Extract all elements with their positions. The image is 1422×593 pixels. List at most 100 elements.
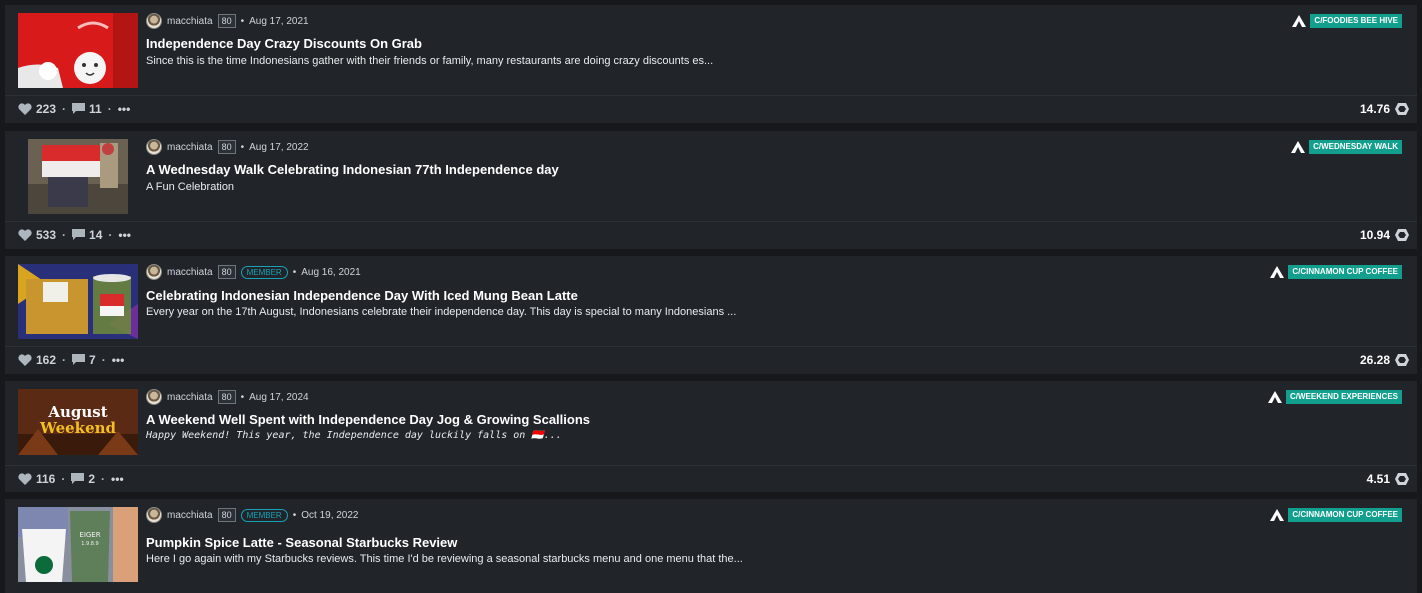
- post-card[interactable]: macchiata 80 • Aug 17, 2021 Independence…: [5, 5, 1417, 123]
- post-date[interactable]: Aug 17, 2021: [249, 16, 309, 27]
- community-tag[interactable]: C/FOODIES BEE HIVE: [1292, 14, 1402, 28]
- post-excerpt[interactable]: Happy Weekend! This year, the Independen…: [146, 430, 562, 441]
- comment-icon[interactable]: [72, 229, 86, 241]
- author-name[interactable]: macchiata: [167, 392, 213, 403]
- separator-dot: ·: [108, 228, 113, 242]
- payout-value: 14.76: [1359, 102, 1390, 116]
- post-footer: 533 · 14 · ••• 10.94: [5, 221, 1417, 248]
- post-meta: macchiata 80 • Aug 17, 2024: [146, 389, 309, 405]
- post-date[interactable]: Aug 17, 2024: [249, 392, 309, 403]
- likes-count: 116: [36, 472, 56, 486]
- post-date[interactable]: Aug 17, 2022: [249, 142, 309, 153]
- payout-value: 4.51: [1366, 472, 1390, 486]
- author-name[interactable]: macchiata: [167, 510, 213, 521]
- separator-dot: ·: [62, 353, 67, 367]
- hive-logo-icon: [1270, 266, 1285, 278]
- flag-walk-image: [28, 139, 128, 214]
- separator-dot: •: [292, 509, 297, 521]
- payout-value: 10.94: [1359, 228, 1390, 242]
- post-title[interactable]: Pumpkin Spice Latte - Seasonal Starbucks…: [146, 535, 457, 550]
- hive-token-icon: [1395, 229, 1409, 241]
- reputation-badge: 80: [217, 390, 236, 404]
- post-excerpt[interactable]: Here I go again with my Starbucks review…: [146, 553, 743, 565]
- post-date[interactable]: Aug 16, 2021: [301, 267, 361, 278]
- separator-dot: ·: [61, 472, 66, 486]
- post-thumbnail[interactable]: [18, 264, 138, 339]
- post-card[interactable]: August Weekend macchiata 80 • Aug 17, 20…: [5, 381, 1417, 492]
- post-thumbnail[interactable]: EIGER 1.9.8.9: [18, 507, 138, 582]
- author-name[interactable]: macchiata: [167, 142, 213, 153]
- post-title[interactable]: Celebrating Indonesian Independence Day …: [146, 288, 578, 303]
- post-meta: macchiata 80 MEMBER • Oct 19, 2022: [146, 507, 359, 523]
- hive-token-icon: [1395, 354, 1409, 366]
- post-card[interactable]: macchiata 80 MEMBER • Aug 16, 2021 Celeb…: [5, 256, 1417, 374]
- more-options-icon[interactable]: •••: [111, 472, 124, 486]
- heart-icon[interactable]: [18, 229, 32, 241]
- thumb-text-eiger: EIGER: [79, 531, 100, 539]
- payout[interactable]: 4.51: [1367, 472, 1409, 486]
- post-excerpt[interactable]: A Fun Celebration: [146, 181, 234, 193]
- more-options-icon[interactable]: •••: [118, 228, 131, 242]
- community-badge[interactable]: C/CINNAMON CUP COFFEE: [1288, 508, 1402, 522]
- separator-dot: ·: [101, 353, 106, 367]
- separator-dot: •: [240, 141, 245, 153]
- post-stats: 533 · 14 · •••: [18, 228, 131, 242]
- community-tag[interactable]: C/WEDNESDAY WALK: [1291, 140, 1402, 154]
- community-badge[interactable]: C/FOODIES BEE HIVE: [1310, 14, 1402, 28]
- hive-token-icon: [1395, 103, 1409, 115]
- community-tag[interactable]: C/CINNAMON CUP COFFEE: [1270, 265, 1402, 279]
- avatar[interactable]: [146, 264, 162, 280]
- post-thumbnail[interactable]: [18, 13, 138, 88]
- payout[interactable]: 10.94: [1360, 228, 1409, 242]
- avatar[interactable]: [146, 139, 162, 155]
- heart-icon[interactable]: [18, 103, 32, 115]
- post-footer: 223 · 11 · ••• 14.76: [5, 95, 1417, 122]
- author-name[interactable]: macchiata: [167, 16, 213, 27]
- red-bag-image: [18, 13, 138, 88]
- comment-icon[interactable]: [71, 473, 85, 485]
- comment-icon[interactable]: [72, 103, 86, 115]
- payout[interactable]: 14.76: [1360, 102, 1409, 116]
- post-title[interactable]: A Wednesday Walk Celebrating Indonesian …: [146, 162, 559, 177]
- community-badge[interactable]: C/WEEKEND EXPERIENCES: [1285, 390, 1402, 404]
- hive-logo-icon: [1291, 141, 1306, 153]
- post-date[interactable]: Oct 19, 2022: [301, 510, 358, 521]
- hive-token-icon: [1395, 473, 1409, 485]
- post-title[interactable]: Independence Day Crazy Discounts On Grab: [146, 36, 422, 51]
- comment-icon[interactable]: [72, 354, 86, 366]
- post-footer: 162 · 7 · ••• 26.28: [5, 346, 1417, 373]
- likes-count: 162: [36, 353, 57, 367]
- reputation-badge: 80: [217, 14, 236, 28]
- post-excerpt[interactable]: Every year on the 17th August, Indonesia…: [146, 306, 736, 318]
- reputation-badge: 80: [217, 265, 236, 279]
- separator-dot: •: [292, 266, 297, 278]
- community-tag[interactable]: C/CINNAMON CUP COFFEE: [1270, 508, 1402, 522]
- author-name[interactable]: macchiata: [167, 267, 213, 278]
- avatar[interactable]: [146, 507, 162, 523]
- hive-logo-icon: [1267, 391, 1282, 403]
- hive-logo-icon: [1270, 509, 1285, 521]
- community-badge[interactable]: C/CINNAMON CUP COFFEE: [1288, 265, 1402, 279]
- payout[interactable]: 26.28: [1360, 353, 1409, 367]
- more-options-icon[interactable]: •••: [118, 102, 131, 116]
- post-excerpt[interactable]: Since this is the time Indonesians gathe…: [146, 55, 713, 67]
- post-thumbnail[interactable]: August Weekend: [18, 389, 138, 455]
- post-card[interactable]: EIGER 1.9.8.9 macchiata 80 MEMBER • Oct …: [5, 499, 1417, 593]
- heart-icon[interactable]: [18, 473, 32, 485]
- august-weekend-image: August Weekend: [18, 389, 138, 455]
- post-title[interactable]: A Weekend Well Spent with Independence D…: [146, 412, 590, 427]
- post-stats: 223 · 11 · •••: [18, 102, 130, 116]
- avatar[interactable]: [146, 389, 162, 405]
- separator-dot: •: [240, 15, 245, 27]
- avatar[interactable]: [146, 13, 162, 29]
- member-badge: MEMBER: [240, 265, 288, 279]
- community-badge[interactable]: C/WEDNESDAY WALK: [1309, 140, 1402, 154]
- payout-value: 26.28: [1359, 353, 1390, 367]
- more-options-icon[interactable]: •••: [112, 353, 125, 367]
- post-thumbnail[interactable]: [28, 139, 128, 214]
- thumb-text-weekend: Weekend: [39, 419, 117, 437]
- starbucks-cups-image: EIGER 1.9.8.9: [18, 507, 138, 582]
- community-tag[interactable]: C/WEEKEND EXPERIENCES: [1267, 390, 1402, 404]
- post-card[interactable]: macchiata 80 • Aug 17, 2022 A Wednesday …: [5, 131, 1417, 249]
- heart-icon[interactable]: [18, 354, 32, 366]
